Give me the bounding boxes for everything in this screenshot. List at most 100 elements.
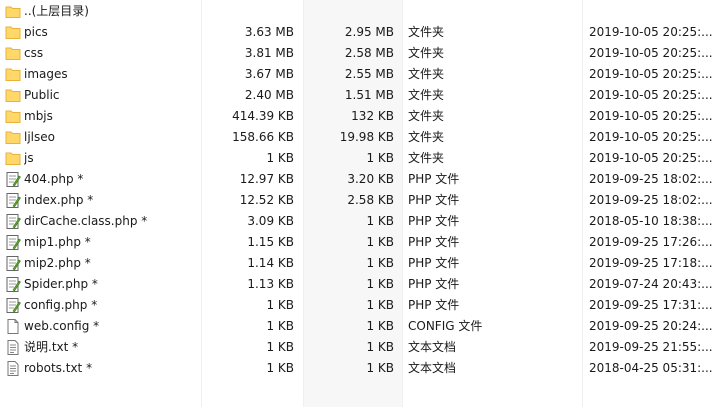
- file-type: PHP 文件: [408, 256, 460, 270]
- file-row[interactable]: dirCache.class.php * 3.09 KB 1 KB PHP 文件 201…: [0, 211, 714, 232]
- file-name: web.config *: [24, 319, 100, 333]
- file-name: mip2.php *: [24, 256, 91, 270]
- file-type: 文本文档: [408, 340, 457, 354]
- folder-row[interactable]: Public 2.40 MB 1.51 MB 文件夹 2019-10-05 20:25:…: [0, 85, 714, 106]
- php-file-icon: [5, 169, 21, 190]
- file-size: 1 KB: [266, 319, 294, 333]
- modified-date: 2019-10-05 20:25:...: [589, 25, 713, 39]
- file-size: 3.09 KB: [247, 214, 294, 228]
- folder-up-icon: [5, 1, 21, 22]
- file-name: 404.php *: [24, 172, 84, 186]
- file-row[interactable]: mip2.php * 1.14 KB 1 KB PHP 文件 2019-09-25 17…: [0, 253, 714, 274]
- file-name: Spider.php *: [24, 277, 98, 291]
- packed-size: 1 KB: [366, 235, 394, 249]
- packed-size: 19.98 KB: [339, 130, 394, 144]
- php-file-icon: [5, 274, 21, 295]
- php-file-icon: [5, 232, 21, 253]
- folder-row[interactable]: mbjs 414.39 KB 132 KB 文件夹 2019-10-05 20:25:.…: [0, 106, 714, 127]
- packed-size: 2.95 MB: [344, 25, 394, 39]
- folder-row[interactable]: js 1 KB 1 KB 文件夹 2019-10-05 20:25:...: [0, 148, 714, 169]
- folder-row[interactable]: pics 3.63 MB 2.95 MB 文件夹 2019-10-05 20:25:..…: [0, 22, 714, 43]
- file-type: 文件夹: [408, 88, 445, 102]
- folder-icon: [5, 64, 21, 85]
- file-name: pics: [24, 25, 48, 39]
- php-file-icon: [5, 295, 21, 316]
- folder-icon: [5, 127, 21, 148]
- file-size: 2.40 MB: [244, 88, 294, 102]
- packed-size: 1 KB: [366, 340, 394, 354]
- modified-date: 2019-07-24 20:43:...: [589, 277, 713, 291]
- folder-icon: [5, 43, 21, 64]
- file-row[interactable]: mip1.php * 1.15 KB 1 KB PHP 文件 2019-09-25 17…: [0, 232, 714, 253]
- file-name: css: [24, 46, 44, 60]
- folder-icon: [5, 148, 21, 169]
- file-type: 文件夹: [408, 151, 445, 165]
- modified-date: 2019-09-25 20:24:...: [589, 319, 713, 333]
- packed-size: 1 KB: [366, 319, 394, 333]
- file-row[interactable]: config.php * 1 KB 1 KB PHP 文件 2019-09-25 17:…: [0, 295, 714, 316]
- file-size: 3.81 MB: [244, 46, 294, 60]
- file-type: PHP 文件: [408, 193, 460, 207]
- file-row[interactable]: Spider.php * 1.13 KB 1 KB PHP 文件 2019-07-24 …: [0, 274, 714, 295]
- modified-date: 2019-10-05 20:25:...: [589, 109, 713, 123]
- file-row[interactable]: web.config * 1 KB 1 KB CONFIG 文件 2019-09-25 …: [0, 316, 714, 337]
- file-name: 说明.txt *: [24, 340, 79, 354]
- packed-size: [303, 1, 394, 22]
- file-type: CONFIG 文件: [408, 319, 483, 333]
- file-row[interactable]: robots.txt * 1 KB 1 KB 文本文档 2018-04-25 05:31…: [0, 358, 714, 379]
- file-size: 1.14 KB: [247, 256, 294, 270]
- file-type: PHP 文件: [408, 235, 460, 249]
- file-name: index.php *: [24, 193, 94, 207]
- modified-date: 2019-09-25 17:18:...: [589, 256, 713, 270]
- modified-date: 2019-10-05 20:25:...: [589, 88, 713, 102]
- modified-date: 2019-09-25 17:31:...: [589, 298, 713, 312]
- folder-row[interactable]: ljlseo 158.66 KB 19.98 KB 文件夹 2019-10-05 20:…: [0, 127, 714, 148]
- file-row[interactable]: 404.php * 12.97 KB 3.20 KB PHP 文件 2019-09-25…: [0, 169, 714, 190]
- packed-size: 1 KB: [366, 298, 394, 312]
- file-size: 1.15 KB: [247, 235, 294, 249]
- file-name: robots.txt *: [24, 361, 93, 375]
- file-name: dirCache.class.php *: [24, 214, 148, 228]
- packed-size: 3.20 KB: [347, 172, 394, 186]
- folder-icon: [5, 22, 21, 43]
- modified-date: 2019-10-05 20:25:...: [589, 46, 713, 60]
- file-size: 1 KB: [266, 361, 294, 375]
- folder-row[interactable]: images 3.67 MB 2.55 MB 文件夹 2019-10-05 20:25:…: [0, 64, 714, 85]
- file-size: 1 KB: [266, 151, 294, 165]
- modified-date: 2018-05-10 18:38:...: [589, 214, 713, 228]
- packed-size: 2.58 KB: [347, 193, 394, 207]
- folder-row[interactable]: css 3.81 MB 2.58 MB 文件夹 2019-10-05 20:25:...: [0, 43, 714, 64]
- modified-date: 2019-09-25 17:26:...: [589, 235, 713, 249]
- file-row[interactable]: 说明.txt * 1 KB 1 KB 文本文档 2019-09-25 21:55:...: [0, 337, 714, 358]
- file-size: 1.13 KB: [247, 277, 294, 291]
- packed-size: 1 KB: [366, 151, 394, 165]
- folder-icon: [5, 106, 21, 127]
- packed-size: 1 KB: [366, 256, 394, 270]
- file-type: PHP 文件: [408, 298, 460, 312]
- file-name: mbjs: [24, 109, 53, 123]
- modified-date: 2019-09-25 18:02:...: [589, 172, 713, 186]
- packed-size: 1.51 MB: [344, 88, 394, 102]
- modified-date: 2019-10-05 20:25:...: [589, 130, 713, 144]
- file-type: 文件夹: [408, 46, 445, 60]
- file-name: ..(上层目录): [24, 4, 89, 18]
- file-size: [203, 1, 294, 22]
- file-name: images: [24, 67, 68, 81]
- file-type: 文本文档: [408, 361, 457, 375]
- file-type: 文件夹: [408, 130, 445, 144]
- file-size: 12.52 KB: [239, 193, 294, 207]
- packed-size: 2.58 MB: [344, 46, 394, 60]
- file-list: ..(上层目录) pics 3.63 MB 2.95 MB 文件夹 2019-10-05 …: [0, 0, 714, 407]
- file-name: ljlseo: [24, 130, 55, 144]
- packed-size: 1 KB: [366, 361, 394, 375]
- modified-date: [589, 1, 714, 22]
- packed-size: 132 KB: [351, 109, 394, 123]
- php-file-icon: [5, 253, 21, 274]
- folder-icon: [5, 85, 21, 106]
- php-file-icon: [5, 211, 21, 232]
- packed-size: 2.55 MB: [344, 67, 394, 81]
- modified-date: 2019-09-25 18:02:...: [589, 193, 713, 207]
- file-row[interactable]: index.php * 12.52 KB 2.58 KB PHP 文件 2019-09-…: [0, 190, 714, 211]
- file-type: [408, 1, 578, 22]
- parent-directory-row[interactable]: ..(上层目录): [0, 1, 714, 22]
